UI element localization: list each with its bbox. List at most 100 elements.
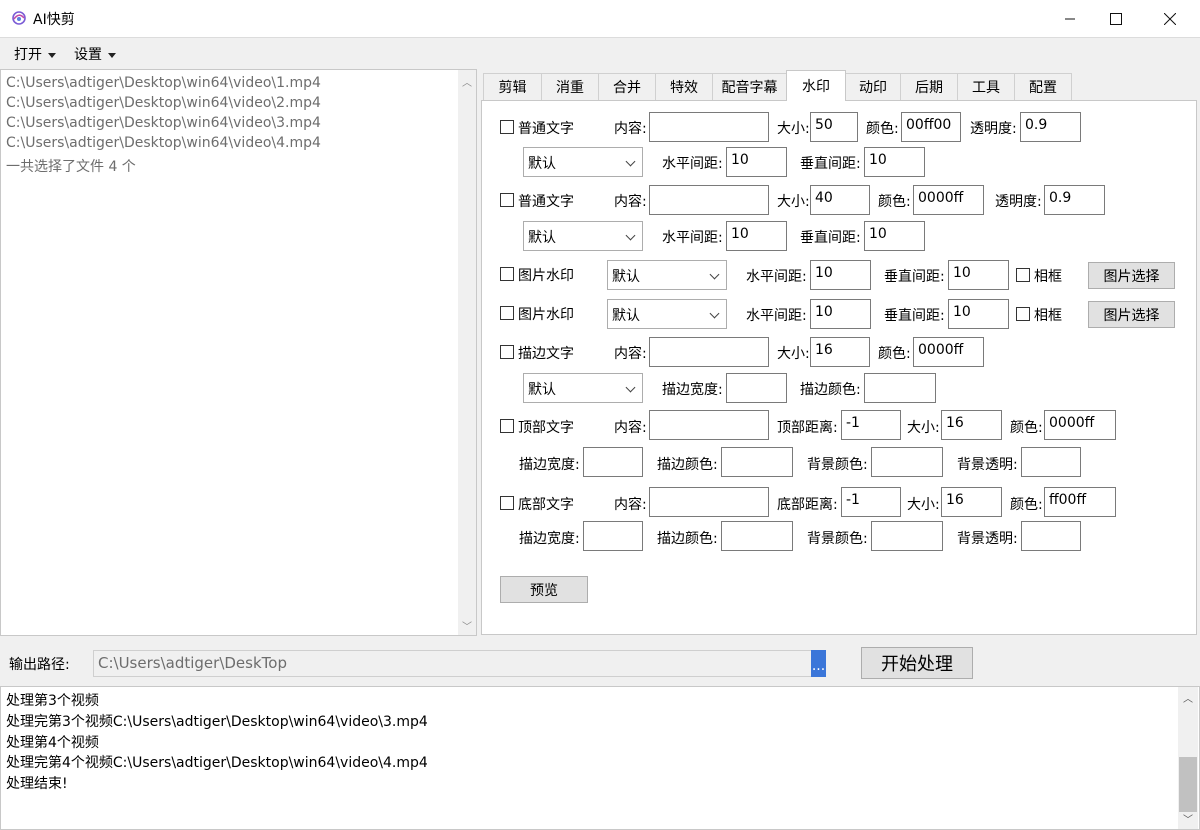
- bottom-size-input[interactable]: 16: [941, 487, 1002, 517]
- chevron-down-icon: [625, 382, 636, 393]
- file-item[interactable]: C:\Users\adtiger\Desktop\win64\video\3.m…: [6, 115, 321, 131]
- text2-opacity-input[interactable]: 0.9: [1044, 185, 1105, 215]
- content-label: 内容:: [614, 194, 647, 210]
- log-line: 处理第3个视频: [6, 693, 99, 709]
- image1-v-spacing-input[interactable]: 10: [948, 260, 1009, 290]
- log-scroll-thumb[interactable]: [1179, 757, 1197, 812]
- scroll-up-icon[interactable]: ︿: [1183, 690, 1193, 705]
- bg-opacity-label: 背景透明:: [957, 457, 1018, 473]
- start-processing-button[interactable]: 开始处理: [861, 647, 973, 679]
- menu-open[interactable]: 打开: [14, 44, 56, 64]
- tab-dynamic-watermark[interactable]: 动印: [845, 73, 901, 100]
- v-spacing-label: 垂直间距:: [800, 156, 861, 172]
- top-color-input[interactable]: 0000ff: [1044, 410, 1116, 440]
- bottom-stroke-width-input[interactable]: [583, 521, 643, 551]
- tab-merge[interactable]: 合并: [598, 73, 656, 100]
- bottom-color-input[interactable]: ff00ff: [1044, 487, 1116, 517]
- image2-checkbox[interactable]: [500, 306, 514, 320]
- text2-content-input[interactable]: [649, 185, 769, 215]
- stroke-label: 描边文字: [518, 346, 574, 362]
- text2-color-input[interactable]: 0000ff: [913, 185, 984, 215]
- image1-frame-checkbox[interactable]: [1016, 268, 1030, 282]
- image2-frame-checkbox[interactable]: [1016, 307, 1030, 321]
- bottom-bg-opacity-input[interactable]: [1021, 521, 1081, 551]
- stroke-width-input[interactable]: [726, 373, 787, 403]
- text2-size-input[interactable]: 40: [810, 185, 870, 215]
- tab-dedup[interactable]: 消重: [541, 73, 599, 100]
- text2-v-spacing-input[interactable]: 10: [864, 221, 925, 251]
- bottom-text-checkbox[interactable]: [500, 496, 514, 510]
- h-spacing-label: 水平间距:: [746, 269, 807, 285]
- image1-checkbox[interactable]: [500, 267, 514, 281]
- browse-button[interactable]: ...: [811, 650, 826, 677]
- stroke-checkbox[interactable]: [500, 345, 514, 359]
- color-label: 颜色:: [878, 194, 911, 210]
- text1-content-input[interactable]: [649, 112, 769, 142]
- file-list[interactable]: [0, 69, 477, 636]
- text1-v-spacing-input[interactable]: 10: [864, 147, 925, 177]
- scroll-down-icon[interactable]: ﹀: [1183, 811, 1193, 826]
- file-item[interactable]: C:\Users\adtiger\Desktop\win64\video\4.m…: [6, 135, 321, 151]
- image2-position-select[interactable]: 默认: [607, 299, 727, 329]
- text1-opacity-input[interactable]: 0.9: [1020, 112, 1081, 142]
- text2-checkbox[interactable]: [500, 193, 514, 207]
- image1-position-select[interactable]: 默认: [607, 260, 727, 290]
- text1-size-input[interactable]: 50: [810, 112, 858, 142]
- scroll-up-icon[interactable]: ︿: [462, 74, 472, 89]
- file-list-scrollbar[interactable]: ︿ ﹀: [458, 70, 476, 635]
- text1-color-input[interactable]: 00ff00: [901, 112, 961, 142]
- bottom-content-input[interactable]: [649, 487, 769, 517]
- v-spacing-label: 垂直间距:: [884, 308, 945, 324]
- file-item[interactable]: C:\Users\adtiger\Desktop\win64\video\1.m…: [6, 75, 321, 91]
- text2-position-select[interactable]: 默认: [523, 221, 643, 251]
- stroke-content-input[interactable]: [649, 337, 769, 367]
- close-button[interactable]: [1147, 0, 1193, 37]
- top-distance-input[interactable]: -1: [841, 410, 901, 440]
- content-label: 内容:: [614, 497, 647, 513]
- stroke-size-input[interactable]: 16: [810, 337, 870, 367]
- size-label: 大小:: [907, 420, 940, 436]
- tab-effects[interactable]: 特效: [655, 73, 713, 100]
- file-item[interactable]: C:\Users\adtiger\Desktop\win64\video\2.m…: [6, 95, 321, 111]
- tab-dubbing-subtitles[interactable]: 配音字幕: [712, 73, 787, 100]
- top-content-input[interactable]: [649, 410, 769, 440]
- bg-color-label: 背景颜色:: [807, 457, 868, 473]
- tab-config[interactable]: 配置: [1014, 73, 1072, 100]
- image2-pick-button[interactable]: 图片选择: [1088, 301, 1175, 328]
- tab-post[interactable]: 后期: [900, 73, 958, 100]
- frame-label: 相框: [1034, 269, 1062, 285]
- preview-button[interactable]: 预览: [500, 576, 588, 603]
- top-text-checkbox[interactable]: [500, 419, 514, 433]
- top-bg-color-input[interactable]: [871, 447, 943, 477]
- tab-edit[interactable]: 剪辑: [483, 73, 542, 100]
- stroke-stroke-color-input[interactable]: [864, 373, 936, 403]
- tab-watermark[interactable]: 水印: [786, 70, 846, 101]
- text1-checkbox[interactable]: [500, 120, 514, 134]
- bottom-stroke-color-input[interactable]: [721, 521, 793, 551]
- text1-h-spacing-input[interactable]: 10: [726, 147, 787, 177]
- bottom-distance-input[interactable]: -1: [841, 487, 901, 517]
- top-stroke-width-input[interactable]: [583, 447, 643, 477]
- scroll-down-icon[interactable]: ﹀: [462, 618, 472, 633]
- opacity-label: 透明度:: [970, 121, 1017, 137]
- maximize-button[interactable]: [1093, 0, 1139, 37]
- image1-pick-button[interactable]: 图片选择: [1088, 262, 1175, 289]
- minimize-icon: [1065, 18, 1075, 19]
- top-stroke-color-input[interactable]: [721, 447, 793, 477]
- minimize-button[interactable]: [1047, 0, 1093, 37]
- top-distance-label: 顶部距离:: [777, 420, 838, 436]
- text1-position-select[interactable]: 默认: [523, 147, 643, 177]
- bottom-bg-color-input[interactable]: [871, 521, 943, 551]
- output-path-label: 输出路径:: [9, 657, 70, 673]
- stroke-position-select[interactable]: 默认: [523, 373, 643, 403]
- top-size-input[interactable]: 16: [941, 410, 1002, 440]
- output-path-input[interactable]: C:\Users\adtiger\DeskTop: [93, 650, 813, 677]
- menu-settings[interactable]: 设置: [74, 44, 116, 64]
- image2-v-spacing-input[interactable]: 10: [948, 299, 1009, 329]
- stroke-color-input[interactable]: 0000ff: [913, 337, 984, 367]
- image2-h-spacing-input[interactable]: 10: [810, 299, 871, 329]
- top-bg-opacity-input[interactable]: [1021, 447, 1081, 477]
- tab-tools[interactable]: 工具: [957, 73, 1015, 100]
- text2-h-spacing-input[interactable]: 10: [726, 221, 787, 251]
- image1-h-spacing-input[interactable]: 10: [810, 260, 871, 290]
